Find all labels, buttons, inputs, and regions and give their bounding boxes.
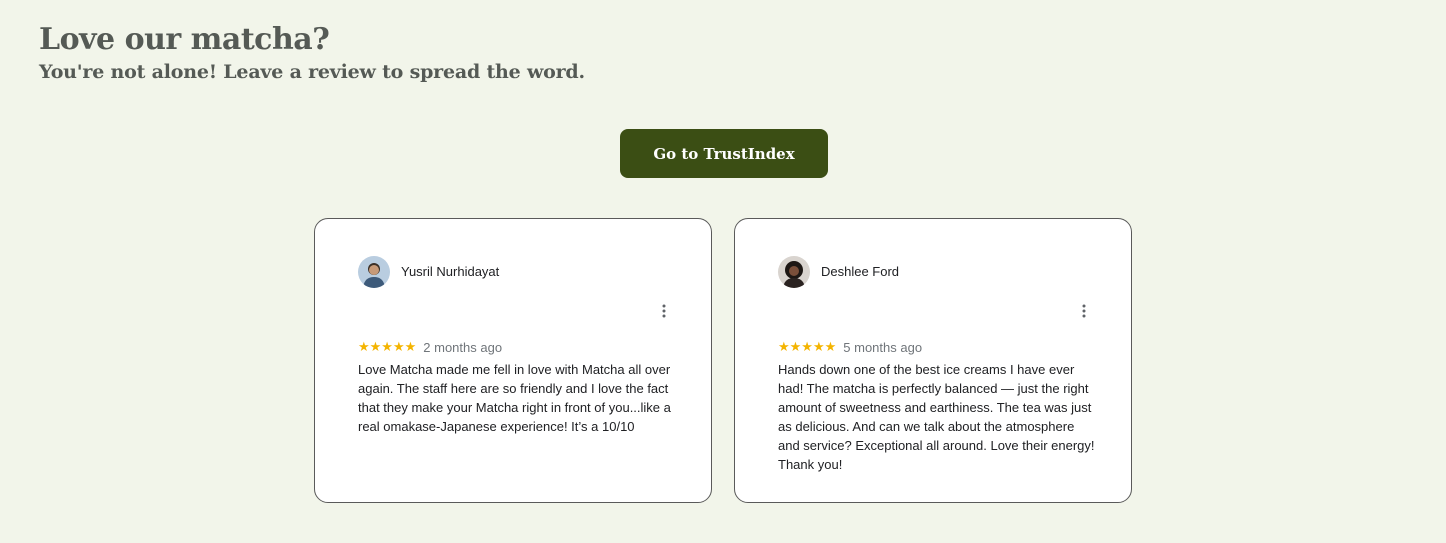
avatar-image — [358, 256, 390, 288]
more-options-icon[interactable] — [657, 303, 671, 319]
review-card: Deshlee Ford ★★★★★ 5 months ago Hands do… — [734, 218, 1132, 503]
more-options-icon[interactable] — [1077, 303, 1091, 319]
go-to-trustindex-button[interactable]: Go to TrustIndex — [620, 129, 828, 178]
review-time: 5 months ago — [843, 340, 923, 355]
review-text: Hands down one of the best ice creams I … — [778, 362, 1095, 472]
avatar — [358, 256, 390, 288]
review-author: Deshlee Ford — [821, 264, 900, 279]
avatar — [778, 256, 810, 288]
review-meta: ★★★★★ 5 months ago — [778, 339, 922, 357]
star-rating: ★★★★★ — [358, 340, 417, 355]
review-time: 2 months ago — [423, 340, 503, 355]
avatar-image — [778, 256, 810, 288]
page-title: Love our matcha? — [39, 22, 330, 57]
review-author: Yusril Nurhidayat — [401, 264, 500, 279]
star-rating: ★★★★★ — [778, 340, 837, 355]
review-text: Love Matcha made me fell in love with Ma… — [358, 362, 671, 434]
page: Love our matcha? You're not alone! Leave… — [0, 0, 1446, 543]
page-subtitle: You're not alone! Leave a review to spre… — [39, 61, 585, 83]
review-meta: ★★★★★ 2 months ago — [358, 339, 502, 357]
review-card: Yusril Nurhidayat ★★★★★ 2 months ago Lov… — [314, 218, 712, 503]
